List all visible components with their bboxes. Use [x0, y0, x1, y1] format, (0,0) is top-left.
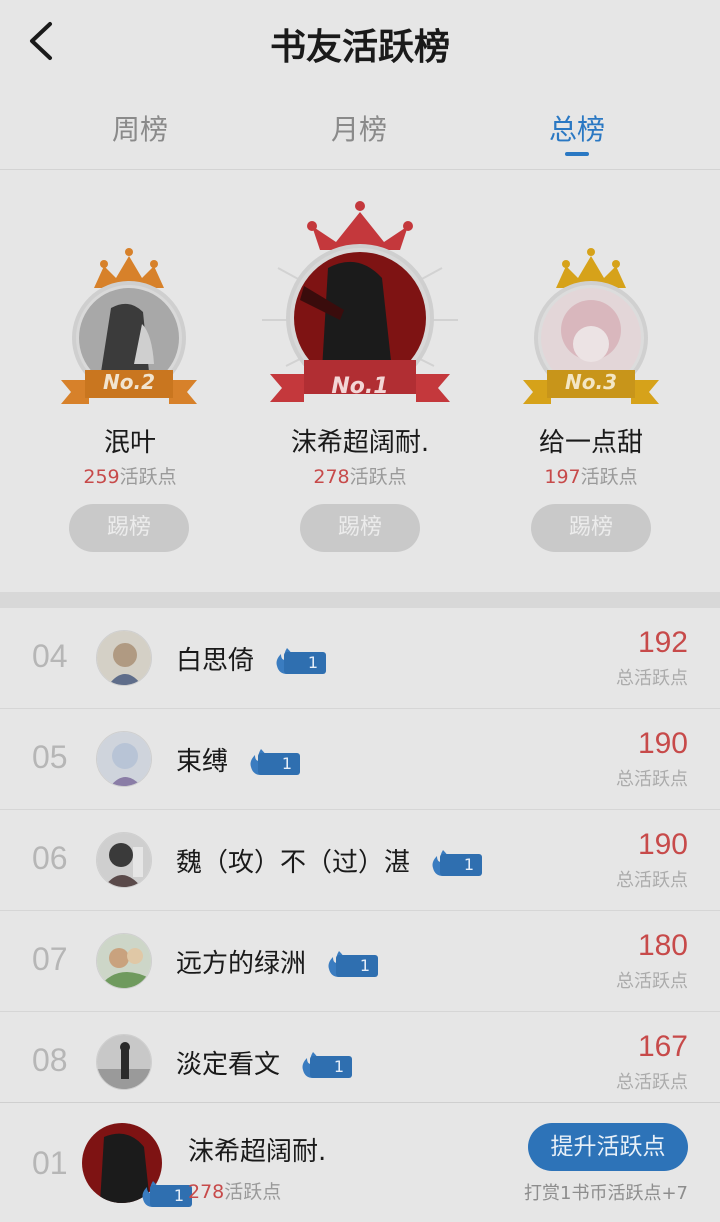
second-rank-label: No.2 — [103, 370, 155, 394]
level-badge: 1 — [430, 849, 483, 876]
my-rank-number: 01 — [32, 1145, 68, 1181]
level-badge: 1 — [326, 950, 379, 977]
third-points: 197活跃点 — [461, 462, 720, 489]
level-value: 1 — [310, 1055, 353, 1078]
second-points: 259活跃点 — [0, 462, 260, 489]
my-rank-bar: 01 1 沫希超阔耐. 278活跃点 提升活跃点 打赏1书币活跃点+7 — [0, 1102, 720, 1222]
score-label: 总活跃点 — [616, 668, 688, 689]
tab-monthly[interactable]: 月榜 — [299, 108, 419, 148]
user-name-row: 淡定看文 1 — [176, 1044, 353, 1081]
list-item[interactable]: 08 淡定看文 1 167 总活跃点 — [0, 1012, 720, 1113]
rank-number: 07 — [32, 941, 68, 977]
list-item[interactable]: 06 魏（攻）不（过）湛 1 190 总活跃点 — [0, 810, 720, 911]
score-label: 总活跃点 — [616, 971, 688, 992]
user-name-row: 束缚 1 — [176, 741, 301, 778]
page-title: 书友活跃榜 — [269, 26, 450, 68]
third-kick-button[interactable]: 踢榜 — [531, 504, 651, 552]
first-name: 沫希超阔耐. — [290, 428, 430, 458]
avatar[interactable] — [96, 832, 152, 888]
level-value: 1 — [284, 651, 327, 674]
active-tab-indicator — [565, 152, 589, 156]
rank-number: 05 — [32, 739, 68, 775]
third-points-value: 197 — [544, 466, 581, 488]
my-level-badge: 1 — [140, 1181, 192, 1207]
list-item[interactable]: 07 远方的绿洲 1 180 总活跃点 — [0, 911, 720, 1012]
user-name-row: 白思倚 1 — [176, 640, 327, 677]
user-name: 淡定看文 — [176, 1050, 281, 1080]
crown-icon — [307, 201, 413, 250]
first-rank-label: No.1 — [331, 374, 389, 399]
score-label: 总活跃点 — [616, 870, 688, 891]
first-points-unit: 活跃点 — [349, 466, 407, 488]
user-name: 魏（攻）不（过）湛 — [176, 848, 411, 878]
user-name: 白思倚 — [176, 646, 255, 676]
score-value: 190 — [637, 828, 688, 861]
level-badge: 1 — [248, 748, 301, 775]
avatar[interactable] — [96, 630, 152, 686]
second-points-value: 259 — [83, 466, 120, 488]
level-value: 1 — [336, 954, 379, 977]
first-points: 278活跃点 — [230, 462, 490, 489]
score-label: 总活跃点 — [616, 769, 688, 790]
score-value: 167 — [637, 1030, 688, 1063]
my-level-value: 1 — [150, 1185, 192, 1207]
my-name: 沫希超阔耐. — [188, 1137, 327, 1167]
user-name: 束缚 — [176, 747, 229, 777]
user-name: 远方的绿洲 — [176, 949, 307, 979]
second-name: 泯叶 — [103, 428, 156, 458]
score-value: 180 — [637, 929, 688, 962]
third-rank-label: No.3 — [565, 370, 617, 394]
boost-hint: 打赏1书币活跃点+7 — [524, 1183, 688, 1204]
section-divider — [0, 592, 720, 608]
boost-activity-button[interactable]: 提升活跃点 — [528, 1123, 688, 1171]
avatar[interactable] — [96, 933, 152, 989]
score-label: 总活跃点 — [616, 1072, 688, 1093]
list-item[interactable]: 05 束缚 1 190 总活跃点 — [0, 709, 720, 810]
user-name-row: 魏（攻）不（过）湛 1 — [176, 842, 483, 879]
score-value: 192 — [637, 626, 688, 659]
user-name-row: 远方的绿洲 1 — [176, 943, 379, 980]
level-badge: 1 — [274, 647, 327, 674]
header: 书友活跃榜 — [0, 0, 720, 88]
tab-weekly[interactable]: 周榜 — [80, 108, 200, 148]
score-value: 190 — [637, 727, 688, 760]
first-points-value: 278 — [313, 466, 350, 488]
rank-number: 08 — [32, 1042, 68, 1078]
level-badge: 1 — [300, 1051, 353, 1078]
my-points-value: 278 — [188, 1181, 225, 1203]
first-kick-button[interactable]: 踢榜 — [300, 504, 420, 552]
rank-number: 04 — [32, 638, 68, 674]
podium: No.2 泯叶 259活跃点 踢榜 No.1 沫希超阔耐. 278活跃点 踢榜 — [0, 170, 720, 592]
avatar[interactable] — [96, 1034, 152, 1090]
level-value: 1 — [258, 752, 301, 775]
my-points: 278活跃点 — [188, 1177, 281, 1204]
list-item[interactable]: 04 白思倚 1 192 总活跃点 — [0, 608, 720, 709]
rank-number: 06 — [32, 840, 68, 876]
avatar[interactable] — [96, 731, 152, 787]
third-points-unit: 活跃点 — [580, 466, 638, 488]
tab-bar: 周榜 月榜 总榜 — [0, 88, 720, 170]
third-name: 给一点甜 — [538, 428, 643, 458]
second-points-unit: 活跃点 — [119, 466, 177, 488]
second-kick-button[interactable]: 踢榜 — [69, 504, 189, 552]
level-value: 1 — [440, 853, 483, 876]
my-points-unit: 活跃点 — [224, 1181, 282, 1203]
tab-total[interactable]: 总榜 — [517, 108, 637, 148]
